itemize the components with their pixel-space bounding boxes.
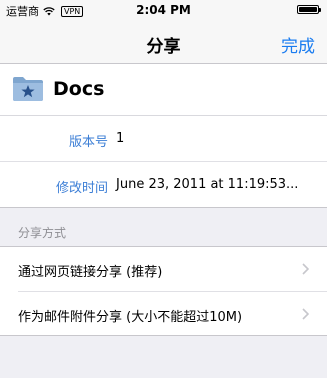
share-as-attachment-item[interactable]: 作为邮件附件分享 (大小不能超过10M) [0,292,327,336]
nav-bar: 分享 完成 [0,20,327,64]
share-via-link-item[interactable]: 通过网页链接分享 (推荐) [0,247,327,292]
file-header: Docs [0,64,327,116]
battery-tip [319,8,321,12]
info-row-version: 版本号 1 [0,116,327,162]
share-section-title: 分享方式 [18,226,67,240]
version-value: 1 [116,131,125,146]
modified-label: 修改时间 [55,181,108,196]
share-options-list: 通过网页链接分享 (推荐) 作为邮件附件分享 (大小不能超过10M) [0,246,327,336]
version-label: 版本号 [68,135,108,150]
folder-icon [13,77,43,101]
page-title: 分享 [146,37,181,57]
file-name: Docs [53,78,105,100]
chevron-right-icon [302,308,309,320]
file-info: 版本号 1 修改时间 June 23, 2011 at 11:19:53... [0,116,327,208]
status-bar: 运营商 VPN 2:04 PM [0,0,327,20]
share-as-attachment-label: 作为邮件附件分享 (大小不能超过10M) [18,310,243,325]
share-via-link-label: 通过网页链接分享 (推荐) [18,265,163,280]
done-button[interactable]: 完成 [281,32,315,57]
status-time: 2:04 PM [136,3,191,17]
info-row-modified: 修改时间 June 23, 2011 at 11:19:53... [0,162,327,208]
modified-value: June 23, 2011 at 11:19:53... [116,177,299,192]
chevron-right-icon [302,263,309,275]
battery-fill [299,7,317,12]
battery-icon [297,5,321,14]
